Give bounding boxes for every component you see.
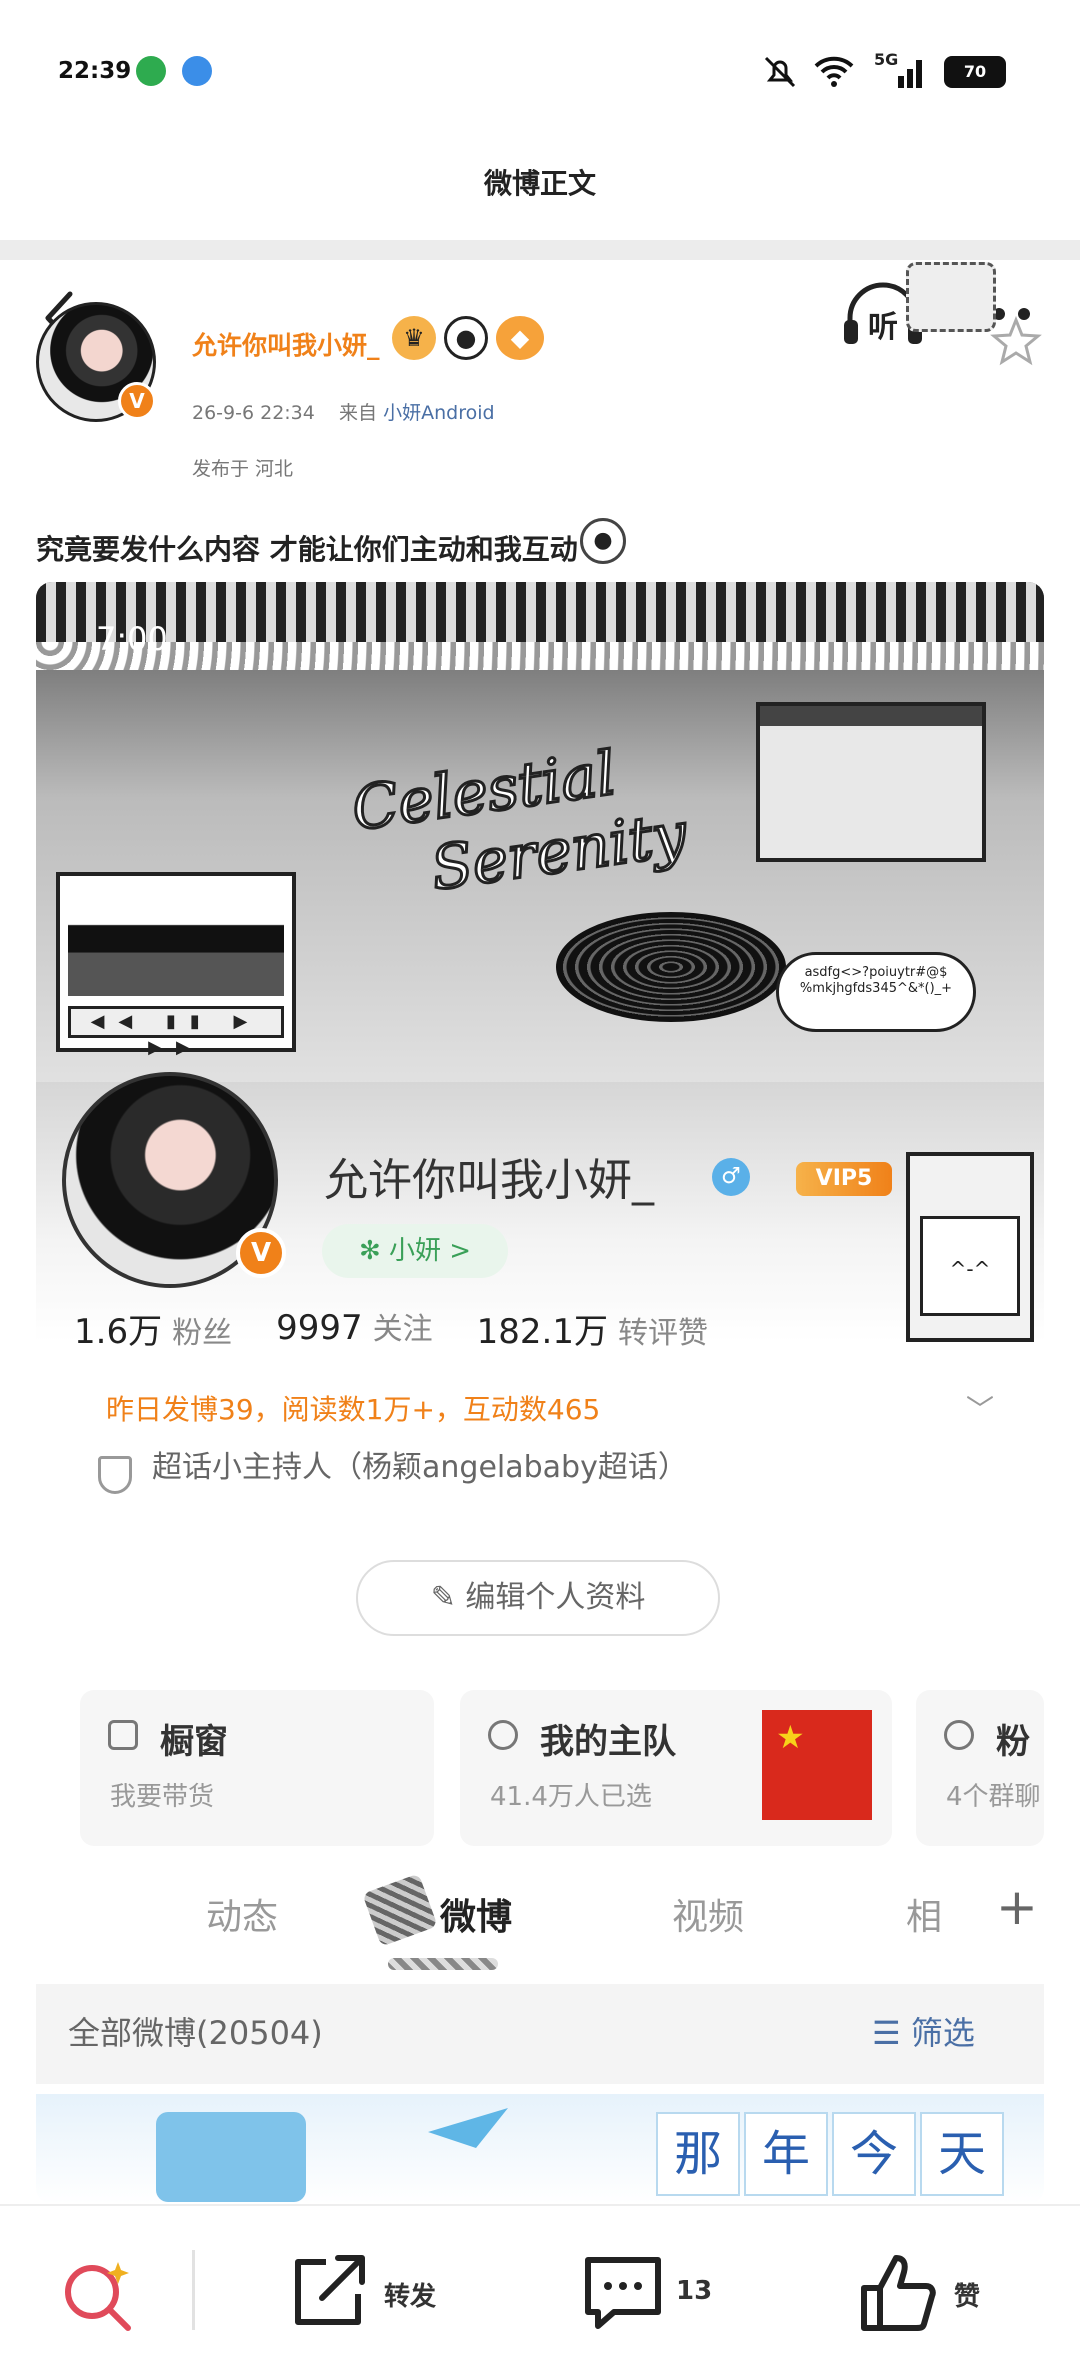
host-label: 超话小主持人（杨颖angelababy超话）	[152, 1450, 688, 1485]
comment-count: 13	[676, 2276, 713, 2306]
activity-summary: 昨日发博39，阅读数1万+，互动数465	[106, 1393, 601, 1426]
like-button[interactable]: 赞	[858, 2248, 1008, 2334]
comment-icon	[585, 2257, 661, 2329]
group-icon	[944, 1720, 974, 1750]
card-showcase: 橱窗 我要带货	[80, 1690, 434, 1846]
battery-indicator: 70	[944, 56, 1006, 88]
wifi-icon	[814, 56, 854, 87]
post-source[interactable]: 小妍Android	[383, 402, 494, 424]
post-location: 发布于 河北	[192, 458, 294, 480]
tab-more: 相	[906, 1897, 943, 1938]
verified-badge: V	[118, 382, 156, 420]
post-meta: 26-9-6 22:34 来自 小妍Android	[192, 398, 495, 425]
tab-underline	[388, 1958, 498, 1970]
fish-badge-icon: ◆	[496, 316, 544, 360]
stat-following: 9997 关注	[276, 1308, 433, 1348]
post-date: 26-9-6 22:34	[192, 402, 315, 424]
edit-profile-button: ✎ 编辑个人资料	[356, 1560, 720, 1636]
comment-button[interactable]: 13	[580, 2248, 730, 2334]
repost-label: 转发	[384, 2282, 437, 2312]
chevron-down-icon: ﹀	[966, 1393, 995, 1426]
thumbs-up-icon	[861, 2255, 936, 2331]
like-label: 赞	[954, 2282, 981, 2312]
window-graphic	[756, 702, 986, 862]
bar-divider	[192, 2250, 195, 2330]
panda-emoji-icon: ●	[580, 518, 626, 564]
vip-badge: VIP5	[796, 1162, 892, 1196]
tab-dynamic: 动态	[206, 1897, 279, 1938]
nav-bar: 微博正文 听	[0, 140, 1080, 345]
crown-badge-icon: ♛	[392, 316, 436, 360]
post-text: 究竟要发什么内容 才能让你们主动和我互动	[36, 533, 578, 566]
repost-icon	[295, 2255, 365, 2325]
stat-followers: 1.6万 粉丝	[74, 1312, 233, 1352]
shield-icon	[98, 1456, 132, 1494]
bag-icon	[108, 1720, 138, 1750]
memory-char: 那	[656, 2112, 740, 2196]
disc-graphic	[556, 912, 786, 1022]
panda-badge-icon: ●	[444, 316, 488, 360]
music-player-graphic: ◀◀ ▮▮ ▶ ▶▶	[56, 872, 296, 1058]
source-prefix: 来自	[339, 402, 378, 424]
mute-icon	[764, 56, 796, 88]
tab-weibo: 微博	[440, 1897, 513, 1938]
card-fans: 粉 4个群聊	[916, 1690, 1044, 1846]
app-notification-icon	[182, 56, 212, 86]
search-icon[interactable]	[58, 2256, 138, 2336]
memory-char: 天	[920, 2112, 1004, 2196]
profile-name: 允许你叫我小妍_	[324, 1155, 654, 1206]
china-flag-icon: ★	[762, 1710, 872, 1820]
profile-verified-badge: V	[236, 1228, 286, 1278]
all-posts-label: 全部微博(20504)	[68, 2014, 323, 2052]
shield-notification-icon	[136, 56, 166, 86]
listen-label: 听	[868, 310, 898, 345]
calendar-icon	[156, 2112, 306, 2202]
person-icon	[488, 1720, 518, 1750]
page-title: 微博正文	[483, 167, 596, 200]
banner-lace	[36, 642, 1044, 670]
nickname-chip: ✻ 小妍 >	[322, 1224, 508, 1278]
repost-button[interactable]: 转发	[286, 2248, 456, 2334]
signal-icon	[898, 60, 922, 88]
profile-stats: 1.6万 粉丝 9997 关注 182.1万 转评赞	[74, 1304, 974, 1354]
stat-interactions: 182.1万 转评赞	[476, 1312, 708, 1352]
author-name[interactable]: 允许你叫我小妍_	[192, 326, 380, 362]
status-bar: 22:39 5G 70	[0, 0, 1080, 140]
section-divider	[0, 240, 1080, 260]
post-image[interactable]: 7:00 Celestial Serenity ◀◀ ▮▮ ▶ ▶▶ asdfg…	[36, 582, 1044, 2204]
status-time: 22:39	[58, 58, 132, 84]
memory-char: 今	[832, 2112, 916, 2196]
add-tab-icon: +	[996, 1878, 1038, 1936]
filter-button: ☰ 筛选	[872, 2014, 975, 2052]
player-controls: ◀◀ ▮▮ ▶ ▶▶	[68, 1006, 284, 1058]
tab-video: 视频	[672, 1897, 745, 1938]
male-icon: ♂	[712, 1158, 750, 1196]
banner-status-time: 7:00	[96, 620, 168, 658]
banner-note: asdfg<>?poiuytr#@$ %mkjhgfds345^&*()_+	[776, 952, 976, 1032]
decoration-sticker	[906, 262, 996, 332]
memory-char: 年	[744, 2112, 828, 2196]
star-icon[interactable]	[990, 316, 1042, 366]
